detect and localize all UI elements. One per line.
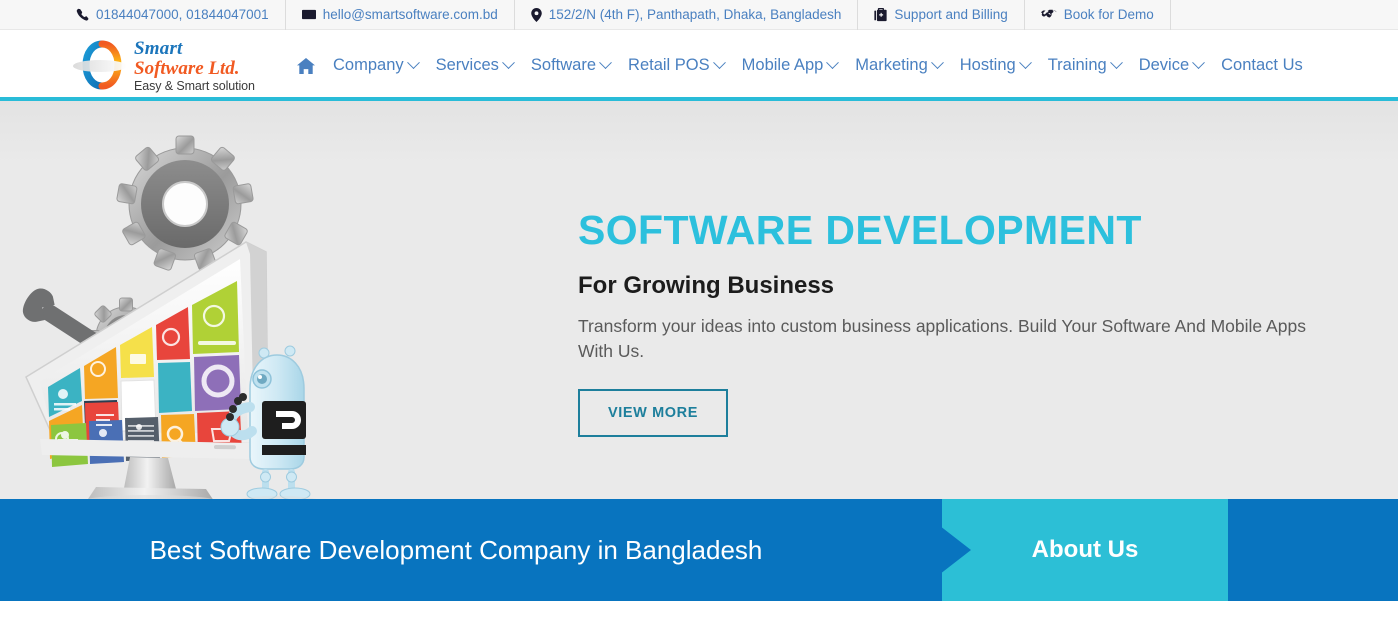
nav-label: Marketing <box>855 56 928 74</box>
hero-illustration <box>18 109 368 499</box>
chevron-down-icon <box>1109 56 1123 70</box>
topbar-phone[interactable]: 01844047000, 01844047001 <box>76 0 286 30</box>
topbar-address[interactable]: 152/2/N (4th F), Panthapath, Dhaka, Bang… <box>515 0 859 30</box>
logo-ring-icon <box>72 40 132 92</box>
nav-label: Company <box>333 56 404 74</box>
site-logo[interactable]: Smart Software Ltd. Easy & Smart solutio… <box>72 39 262 93</box>
chevron-down-icon <box>1192 56 1206 70</box>
hero-text-block: SOFTWARE DEVELOPMENT For Growing Busines… <box>578 207 1368 437</box>
nav-item-services[interactable]: Services <box>427 56 522 75</box>
chevron-down-icon <box>502 56 515 70</box>
nav-item-software[interactable]: Software <box>522 56 619 75</box>
nav-item-training[interactable]: Training <box>1039 56 1130 75</box>
map-pin-icon <box>530 7 542 22</box>
about-us-button[interactable]: About Us <box>942 499 1228 601</box>
nav-label: Device <box>1138 56 1190 74</box>
top-contact-bar: 01844047000, 01844047001 hello@smartsoft… <box>0 0 1398 30</box>
topbar-demo-label: Book for Demo <box>1063 7 1154 22</box>
nav-item-mobile-app[interactable]: Mobile App <box>733 56 847 75</box>
nav-item-hosting[interactable]: Hosting <box>951 56 1039 75</box>
nav-label: Services <box>435 56 499 74</box>
logo-line-1: Smart <box>134 37 183 59</box>
logo-tagline: Easy & Smart solution <box>134 78 255 93</box>
topbar-email[interactable]: hello@smartsoftware.com.bd <box>286 0 515 30</box>
home-icon[interactable] <box>297 57 324 74</box>
banner-headline: Best Software Development Company in Ban… <box>149 534 763 565</box>
hero-carousel: SOFTWARE DEVELOPMENT For Growing Busines… <box>0 101 1398 499</box>
topbar-book-demo[interactable]: Book for Demo <box>1025 0 1171 30</box>
hero-title: SOFTWARE DEVELOPMENT <box>578 207 1142 253</box>
nav-item-contact-us[interactable]: Contact Us <box>1212 56 1312 75</box>
briefcase-medical-icon <box>874 7 888 22</box>
nav-label: Software <box>530 56 597 74</box>
handshake-icon <box>1040 8 1057 21</box>
chevron-down-icon <box>406 56 420 70</box>
nav-item-device[interactable]: Device <box>1130 56 1212 75</box>
bottom-banner: Best Software Development Company in Ban… <box>0 499 1398 601</box>
nav-item-retail-pos[interactable]: Retail POS <box>619 56 733 75</box>
phone-icon <box>76 8 89 21</box>
chevron-down-icon <box>826 56 840 70</box>
topbar-phone-label: 01844047000, 01844047001 <box>96 7 269 22</box>
chevron-down-icon <box>1018 56 1032 70</box>
nav-item-marketing[interactable]: Marketing <box>846 56 950 75</box>
nav-label: Hosting <box>959 56 1016 74</box>
topbar-email-label: hello@smartsoftware.com.bd <box>322 7 498 22</box>
main-navigation: Company Services Software Retail POS Mob… <box>297 56 1312 75</box>
envelope-icon <box>301 8 316 21</box>
topbar-address-label: 152/2/N (4th F), Panthapath, Dhaka, Bang… <box>548 7 842 22</box>
hero-description: Transform your ideas into custom busines… <box>578 316 1306 362</box>
chevron-down-icon <box>712 56 726 70</box>
nav-label: Retail POS <box>628 56 710 74</box>
nav-item-company[interactable]: Company <box>324 56 427 75</box>
topbar-support-label: Support and Billing <box>894 7 1008 22</box>
topbar-support-billing[interactable]: Support and Billing <box>858 0 1025 30</box>
nav-label: Contact Us <box>1221 56 1303 74</box>
chevron-down-icon <box>599 56 612 70</box>
logo-line-2: Software Ltd. <box>134 57 240 79</box>
nav-label: Mobile App <box>741 56 824 74</box>
chevron-down-icon <box>930 56 944 70</box>
site-header: Smart Software Ltd. Easy & Smart solutio… <box>0 30 1398 101</box>
view-more-button[interactable]: VIEW MORE <box>578 388 728 437</box>
hero-subtitle: For Growing Business <box>578 272 835 300</box>
nav-label: Training <box>1047 56 1107 74</box>
